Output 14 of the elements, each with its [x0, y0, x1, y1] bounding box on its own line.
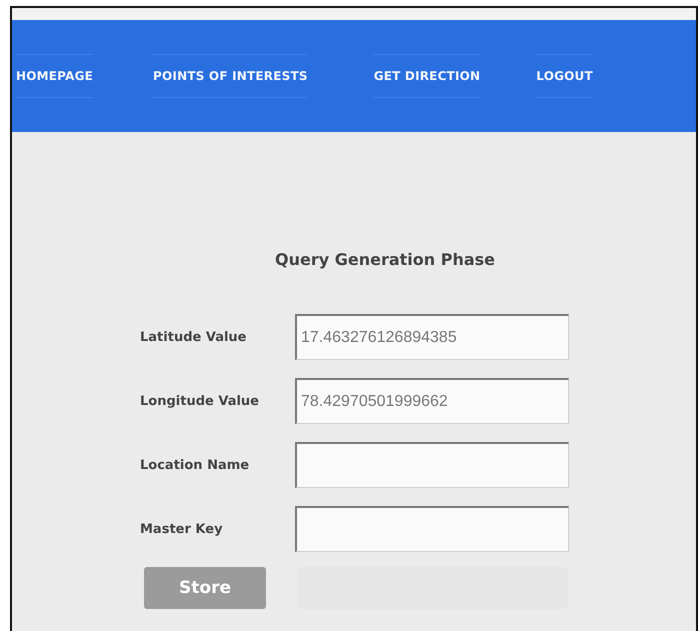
nav-link[interactable]: LOGOUT	[536, 54, 593, 98]
nav-link[interactable]: GET DIRECTION	[374, 54, 480, 98]
nav-link[interactable]: HOMEPAGE	[16, 54, 94, 98]
store-button[interactable]: Store	[144, 567, 266, 609]
field-label: Location Name	[140, 458, 250, 472]
input-field[interactable]: 78.42970501999662	[295, 378, 569, 424]
input-field[interactable]	[295, 442, 569, 488]
input-field[interactable]	[295, 506, 569, 552]
input-field[interactable]: 17.463276126894385	[295, 314, 569, 360]
form-title: Query Generation Phase	[274, 250, 496, 269]
field-label: Master Key	[140, 522, 224, 536]
field-label: Latitude Value	[140, 330, 248, 344]
nav-link[interactable]: POINTS OF INTERESTS	[153, 54, 308, 98]
field-label: Longitude Value	[140, 394, 260, 408]
